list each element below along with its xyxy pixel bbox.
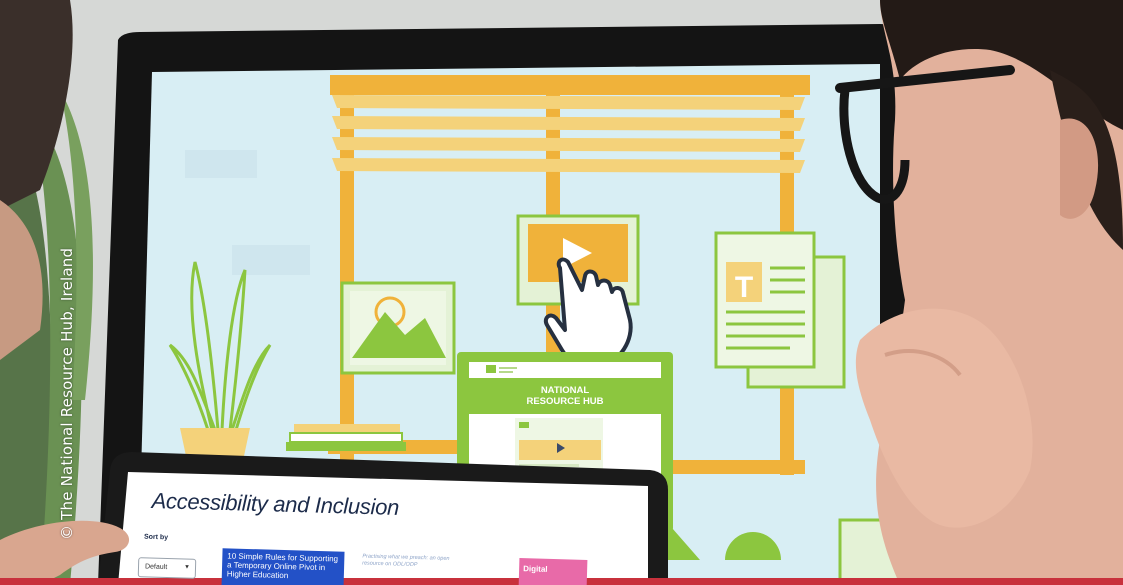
resource-card[interactable]: Digital [518, 558, 588, 585]
doc-letter-icon: T [735, 271, 753, 304]
resource-card-title: Digital [523, 564, 548, 574]
hub-banner-title: NATIONAL RESOURCE HUB [526, 385, 604, 407]
resource-card-title: Practising what we preach: an open resou… [362, 553, 450, 569]
resource-card-title: 10 Simple Rules for Supporting a Tempora… [226, 551, 339, 581]
chevron-down-icon: ▼ [183, 564, 191, 571]
sort-select-value: Default [144, 563, 168, 572]
resource-card[interactable]: Practising what we preach: an open resou… [357, 551, 478, 585]
photo-credit: © The National Resource Hub, Ireland [58, 247, 76, 540]
resource-card[interactable]: 10 Simple Rules for Supporting a Tempora… [221, 548, 345, 585]
photo-scene: T NATIONAL RESOURCE HUB Accessibility an… [0, 0, 1123, 585]
sort-label: Sort by [143, 533, 169, 542]
sort-select[interactable]: Default ▼ [137, 557, 197, 579]
